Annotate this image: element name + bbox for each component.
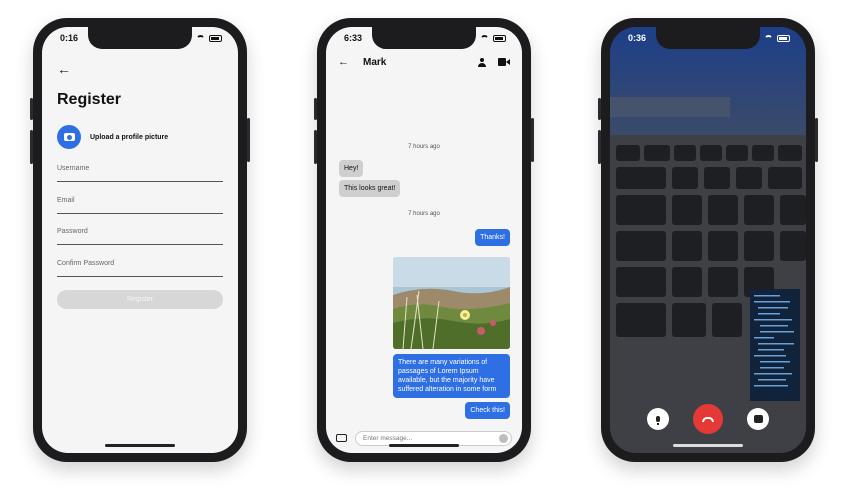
wifi-icon (764, 34, 773, 42)
app-showcase: 0:16 ← Register Upload a profile picture… (0, 0, 850, 489)
notch (372, 27, 476, 49)
status-time: 6:33 (344, 33, 363, 43)
battery-icon (209, 34, 222, 42)
notch (656, 27, 760, 49)
upload-label: Upload a profile picture (90, 133, 169, 141)
send-icon[interactable] (499, 433, 508, 443)
hang-up-icon (702, 416, 714, 422)
back-arrow-icon[interactable]: ← (338, 56, 349, 68)
password-field[interactable]: Password (57, 228, 223, 245)
upload-profile-picture[interactable]: Upload a profile picture (57, 125, 168, 149)
end-call-button[interactable] (693, 404, 723, 434)
chat-screen: 6:33 ← Mark 7 hours ago Hey! This looks … (326, 27, 522, 453)
camera-feed-keyboard-image (610, 27, 806, 453)
phone-video-call: 0:36 (598, 18, 818, 462)
camera-button[interactable] (57, 125, 81, 149)
register-button[interactable]: Register (57, 290, 223, 309)
battery-icon (493, 34, 506, 42)
message-bubble-out: There are many variations of passages of… (393, 354, 510, 399)
page-title: Register (57, 91, 122, 108)
shared-photo[interactable] (393, 257, 510, 349)
microphone-icon (656, 416, 660, 425)
camera-icon (753, 415, 763, 423)
message-bubble-in: This looks great! (339, 180, 401, 198)
timestamp: 7 hours ago (408, 211, 440, 217)
timestamp: 7 hours ago (408, 144, 440, 150)
back-arrow-icon[interactable]: ← (57, 61, 71, 77)
add-user-icon[interactable] (477, 57, 488, 67)
camera-icon[interactable] (336, 434, 347, 442)
register-screen: 0:16 ← Register Upload a profile picture… (42, 27, 238, 453)
wifi-icon (196, 34, 205, 42)
notch (88, 27, 192, 49)
wifi-icon (480, 34, 489, 42)
phone-chat: 6:33 ← Mark 7 hours ago Hey! This looks … (314, 18, 534, 462)
email-field[interactable]: Email (57, 197, 223, 214)
phone-register: 0:16 ← Register Upload a profile picture… (30, 18, 250, 462)
home-indicator (389, 444, 459, 447)
video-call-icon[interactable] (498, 58, 510, 66)
message-bubble-out: Thanks! (475, 229, 510, 247)
message-bubble-out: Check this! (465, 402, 510, 420)
status-time: 0:16 (60, 33, 79, 43)
battery-icon (777, 34, 790, 42)
home-indicator (673, 444, 743, 447)
contact-name: Mark (363, 56, 387, 68)
landscape-photo-image (393, 257, 510, 349)
chat-header: ← Mark (326, 49, 522, 75)
camera-icon (63, 133, 75, 141)
status-time: 0:36 (628, 33, 647, 43)
video-call-screen: 0:36 (610, 27, 806, 453)
message-placeholder: Enter message... (363, 434, 413, 442)
switch-camera-button[interactable] (747, 408, 769, 430)
confirm-password-field[interactable]: Confirm Password (57, 260, 223, 277)
message-bubble-in: Hey! (339, 160, 364, 178)
mute-button[interactable] (647, 408, 669, 430)
home-indicator (105, 444, 175, 447)
username-field[interactable]: Username (57, 165, 223, 182)
